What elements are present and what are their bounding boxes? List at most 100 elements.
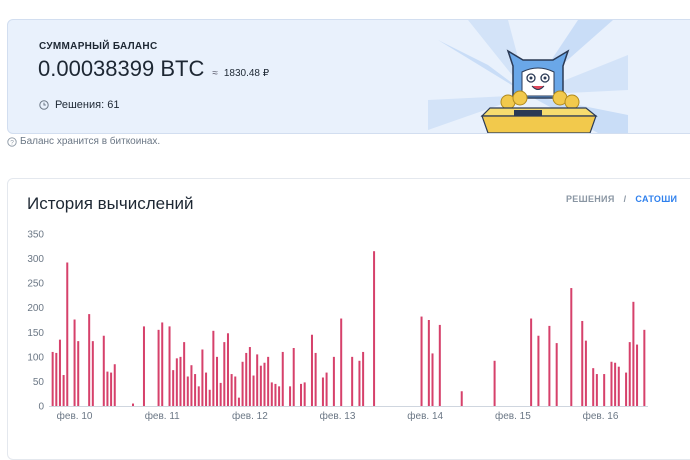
- balance-rub: 1830.48 ₽: [223, 68, 270, 79]
- y-tick-label: 300: [27, 254, 44, 265]
- chart-bar: [530, 318, 533, 406]
- chart-bar: [226, 333, 229, 406]
- clock-icon: [39, 100, 49, 110]
- balance-row: 0.00038399 BTC ≈ 1830.48 ₽: [38, 56, 269, 82]
- chart-bar: [303, 382, 306, 406]
- chart-bar: [643, 329, 646, 406]
- approx-sign: ≈: [212, 68, 218, 79]
- chart-bar: [51, 351, 54, 406]
- y-tick-label: 250: [27, 279, 44, 290]
- chart-bar: [548, 325, 551, 406]
- chart-bar: [245, 352, 248, 406]
- chart-bar: [142, 326, 145, 406]
- chart-bar: [66, 262, 69, 406]
- chart-bar: [62, 375, 65, 406]
- balance-card: СУММАРНЫЙ БАЛАНС 0.00038399 BTC ≈ 1830.4…: [7, 19, 690, 134]
- chart-bar: [216, 356, 219, 406]
- chart-bar: [603, 374, 606, 406]
- question-circle-icon: ?: [7, 136, 17, 147]
- chart-bar: [325, 372, 328, 406]
- toggle-solutions[interactable]: РЕШЕНИЯ: [566, 194, 615, 204]
- chart-bar: [555, 343, 558, 406]
- chart-bar: [102, 335, 105, 406]
- x-tick-label: фев. 12: [232, 410, 268, 422]
- y-tick-label: 150: [27, 328, 44, 339]
- chart-bar: [584, 340, 587, 406]
- chart-bar: [351, 356, 354, 406]
- toggle-satoshi[interactable]: САТОШИ: [635, 194, 677, 204]
- toggle-separator: /: [623, 194, 627, 204]
- chart-bar: [570, 288, 573, 406]
- x-tick-label: фев. 14: [407, 410, 443, 422]
- chart-bar: [208, 389, 211, 406]
- chart-bar: [610, 361, 613, 406]
- chart-bar: [321, 377, 324, 406]
- svg-text:?: ?: [10, 139, 14, 146]
- chart-bar: [186, 376, 189, 406]
- cat-in-box-illustration: [428, 20, 628, 133]
- chart-bar: [632, 301, 635, 406]
- chart-bar: [362, 351, 365, 406]
- chart-bar: [614, 362, 617, 406]
- chart-bar: [197, 386, 200, 406]
- chart-bar: [270, 382, 273, 406]
- chart-bar: [300, 383, 303, 406]
- chart-bar: [460, 391, 463, 406]
- chart-bar: [172, 370, 175, 406]
- chart-bar: [310, 334, 313, 406]
- chart-bar: [274, 383, 277, 406]
- chart-bar: [617, 366, 620, 406]
- chart-bar: [190, 365, 193, 406]
- history-title: История вычислений: [27, 194, 194, 213]
- chart-bar: [77, 341, 80, 406]
- chart-bar: [431, 353, 434, 406]
- chart-bar: [205, 372, 208, 406]
- chart-bar: [340, 318, 343, 406]
- chart-bar: [493, 360, 496, 406]
- y-tick-label: 0: [38, 402, 44, 413]
- chart-bar: [592, 368, 595, 406]
- x-tick-label: фев. 13: [320, 410, 356, 422]
- chart-bar: [175, 358, 178, 406]
- chart-bar: [358, 360, 361, 406]
- chart-bar: [113, 364, 116, 406]
- chart-bar: [281, 351, 284, 406]
- chart-bar: [212, 330, 215, 406]
- chart-bar: [241, 361, 244, 406]
- solutions-row: Решения: 61: [39, 99, 119, 111]
- x-tick-label: фев. 11: [145, 410, 180, 422]
- y-tick-label: 200: [27, 303, 44, 314]
- chart-bar: [252, 375, 255, 406]
- chart-bar: [636, 344, 639, 406]
- chart-bar: [314, 352, 317, 406]
- chart-bar: [168, 326, 171, 406]
- balance-note: ? Баланс хранится в биткоинах.: [7, 136, 160, 147]
- chart-bar: [106, 371, 109, 406]
- chart-bar: [332, 356, 335, 406]
- balance-label: СУММАРНЫЙ БАЛАНС: [39, 41, 158, 52]
- chart-bar: [625, 372, 628, 406]
- chart-bar: [234, 376, 237, 406]
- balance-note-text: Баланс хранится в биткоинах.: [20, 136, 161, 147]
- balance-btc: 0.00038399 BTC: [38, 56, 205, 81]
- chart-bar: [628, 342, 631, 406]
- chart-bar: [420, 316, 423, 406]
- x-tick-label: фев. 10: [57, 410, 93, 422]
- chart-bar: [201, 349, 204, 406]
- solutions-count: Решения: 61: [55, 99, 120, 111]
- y-tick-label: 50: [33, 377, 45, 388]
- chart-bar: [267, 356, 270, 406]
- chart-bar: [373, 251, 376, 406]
- chart-bar: [219, 382, 222, 406]
- chart-bar: [157, 329, 160, 406]
- chart-bar: [161, 322, 164, 406]
- chart-bar: [230, 374, 233, 406]
- chart-bar: [132, 403, 135, 406]
- y-tick-label: 100: [27, 352, 44, 363]
- chart-bar: [292, 348, 295, 406]
- chart-bar: [581, 320, 584, 406]
- chart-bar: [88, 314, 91, 406]
- chart-bar: [179, 356, 182, 406]
- chart-bar: [537, 335, 540, 406]
- chart-bar: [256, 354, 259, 406]
